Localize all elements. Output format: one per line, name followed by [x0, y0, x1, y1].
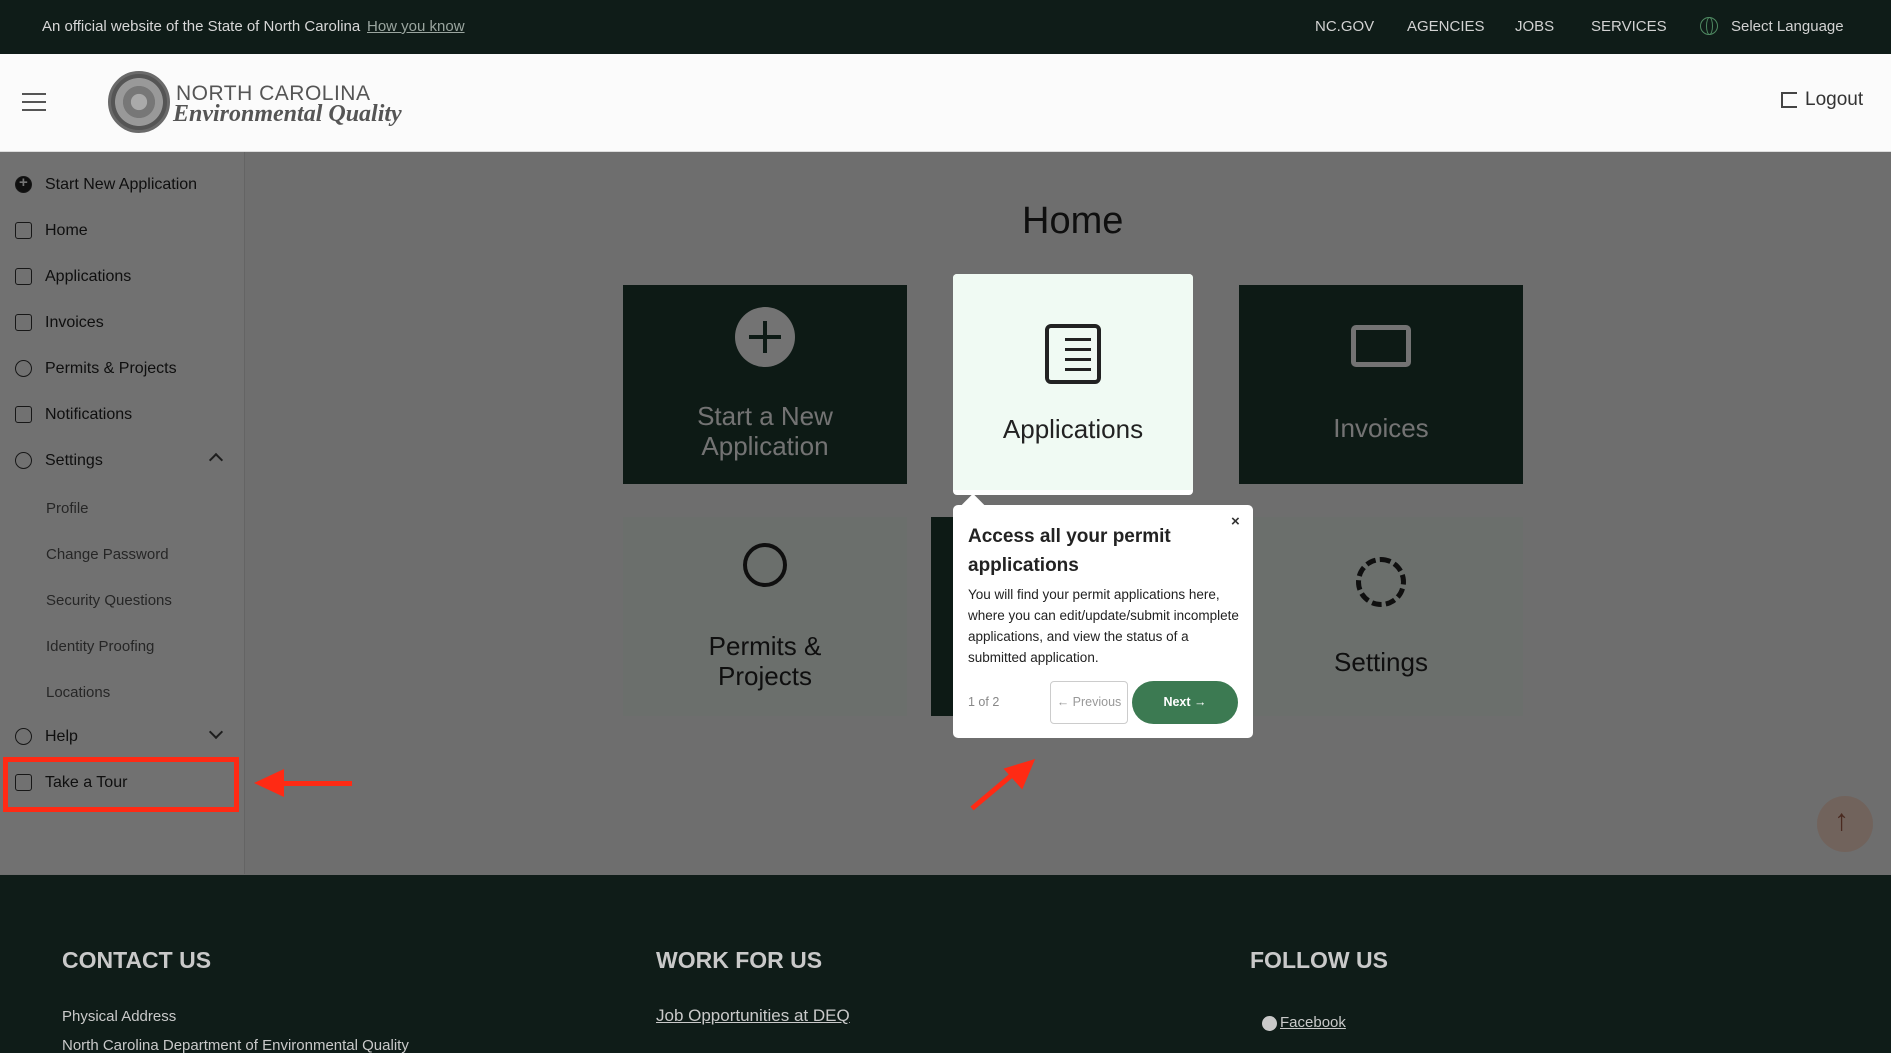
help-circle-icon: [15, 728, 32, 745]
arrow-left-head-icon: [254, 769, 284, 797]
site-header: NORTH CAROLINA Environmental Quality Log…: [0, 54, 1891, 152]
logout-button[interactable]: Logout: [1805, 89, 1863, 111]
globe-icon: [1700, 17, 1718, 35]
plus-circle-icon: [15, 174, 32, 193]
site-footer: CONTACT US WORK FOR US FOLLOW US Physica…: [0, 875, 1891, 1053]
tile-invoices[interactable]: Invoices: [1239, 285, 1523, 484]
official-website-text: An official website of the State of Nort…: [42, 18, 361, 35]
how-you-know-link[interactable]: How you know: [367, 18, 465, 35]
facebook-link[interactable]: Facebook: [1280, 1014, 1346, 1031]
take-a-tour-highlight-box: [3, 757, 239, 812]
gear-icon: [1356, 557, 1406, 607]
tile-applications-bg: Applications: [953, 274, 1193, 490]
nc-gov-link[interactable]: NC.GOV: [1315, 18, 1374, 35]
chevron-up-icon: [208, 452, 224, 468]
tile-label: Settings: [1334, 647, 1428, 677]
sidebar-item-help[interactable]: Help: [0, 719, 240, 757]
sidebar-subitem-security-questions[interactable]: Security Questions: [46, 592, 172, 609]
sidebar-subitem-locations[interactable]: Locations: [46, 684, 110, 701]
chat-icon: [15, 406, 32, 423]
tour-overlay: [0, 152, 1891, 875]
arrow-up-head-icon: [1003, 748, 1045, 790]
sidebar-item-label: Help: [45, 728, 78, 745]
work-for-us-heading: WORK FOR US: [656, 947, 823, 973]
select-language-button[interactable]: Select Language: [1731, 18, 1844, 35]
tile-settings[interactable]: Settings: [1239, 517, 1523, 716]
page-title: Home: [1022, 200, 1124, 242]
invoice-icon: [15, 314, 32, 331]
job-opportunities-link[interactable]: Job Opportunities at DEQ: [656, 1006, 850, 1026]
sidebar-item-home[interactable]: Home: [0, 213, 240, 251]
sidebar-item-label: Notifications: [45, 406, 133, 423]
facebook-icon: [1262, 1016, 1277, 1031]
chevron-down-icon: [208, 724, 224, 740]
hamburger-menu-icon[interactable]: [22, 93, 46, 111]
sidebar-subitem-profile[interactable]: Profile: [46, 500, 89, 517]
sidebar-item-start-new-application[interactable]: Start New Application: [0, 167, 240, 205]
tour-popup-title: Access all your permit applications: [968, 526, 1171, 576]
tour-popup-body: You will find your permit applications h…: [968, 587, 1239, 665]
close-icon[interactable]: ×: [1231, 513, 1240, 530]
plus-circle-icon: [735, 307, 795, 367]
sidebar-item-notifications[interactable]: Notifications: [0, 397, 240, 435]
logout-icon: [1781, 92, 1797, 108]
gear-icon: [15, 452, 32, 469]
services-link[interactable]: SERVICES: [1591, 18, 1667, 35]
sidebar-item-label: Start New Application: [45, 176, 198, 193]
sidebar-item-label: Applications: [45, 268, 132, 285]
sidebar-item-label: Permits & Projects: [45, 360, 177, 377]
tile-start-new-application[interactable]: Start a New Application: [623, 285, 907, 484]
sidebar-item-settings[interactable]: Settings: [0, 443, 240, 481]
document-list-icon: [15, 268, 32, 285]
sidebar-item-label: Home: [45, 222, 88, 239]
tile-permits-projects[interactable]: Permits & Projects: [623, 517, 907, 716]
sidebar-item-invoices[interactable]: Invoices: [0, 305, 240, 343]
tile-label: Applications: [1002, 414, 1144, 444]
physical-address-label: Physical Address: [62, 1008, 177, 1025]
tour-step-count: 1 of 2: [968, 695, 1000, 709]
contact-us-heading: CONTACT US: [62, 947, 212, 973]
tile-label: Start a New Application: [697, 401, 833, 461]
award-icon: [743, 543, 787, 587]
sidebar-item-permits-projects[interactable]: Permits & Projects: [0, 351, 240, 389]
money-icon: [1351, 325, 1411, 367]
sidebar-subitem-identity-proofing[interactable]: Identity Proofing: [46, 638, 154, 655]
agencies-link[interactable]: AGENCIES: [1407, 18, 1485, 35]
tile-label: Permits & Projects: [708, 631, 822, 691]
brand-line2: Environmental Quality: [173, 101, 402, 127]
sidebar-item-applications[interactable]: Applications: [0, 259, 240, 297]
nc-seal-logo[interactable]: [108, 71, 170, 133]
sidebar-item-label: Invoices: [45, 314, 104, 331]
official-gov-bar: An official website of the State of Nort…: [0, 0, 1891, 54]
tile-label: Invoices: [1333, 413, 1429, 443]
notebook-icon: [1045, 324, 1101, 384]
home-icon: [15, 222, 32, 239]
scroll-to-top-button[interactable]: [1817, 796, 1873, 852]
sidebar-subitem-change-password[interactable]: Change Password: [46, 546, 169, 563]
next-button[interactable]: Next →: [1132, 681, 1238, 724]
award-icon: [15, 360, 32, 377]
sidebar-item-label: Settings: [45, 452, 103, 469]
department-name: North Carolina Department of Environment…: [62, 1037, 409, 1053]
previous-button[interactable]: ← Previous: [1050, 681, 1128, 724]
tour-popup: Access all your permit applications × Yo…: [953, 505, 1253, 738]
annotation-arrow-left: [280, 781, 352, 786]
tile-applications[interactable]: Applications: [953, 274, 1193, 495]
jobs-link[interactable]: JOBS: [1515, 18, 1554, 35]
follow-us-heading: FOLLOW US: [1250, 947, 1388, 973]
